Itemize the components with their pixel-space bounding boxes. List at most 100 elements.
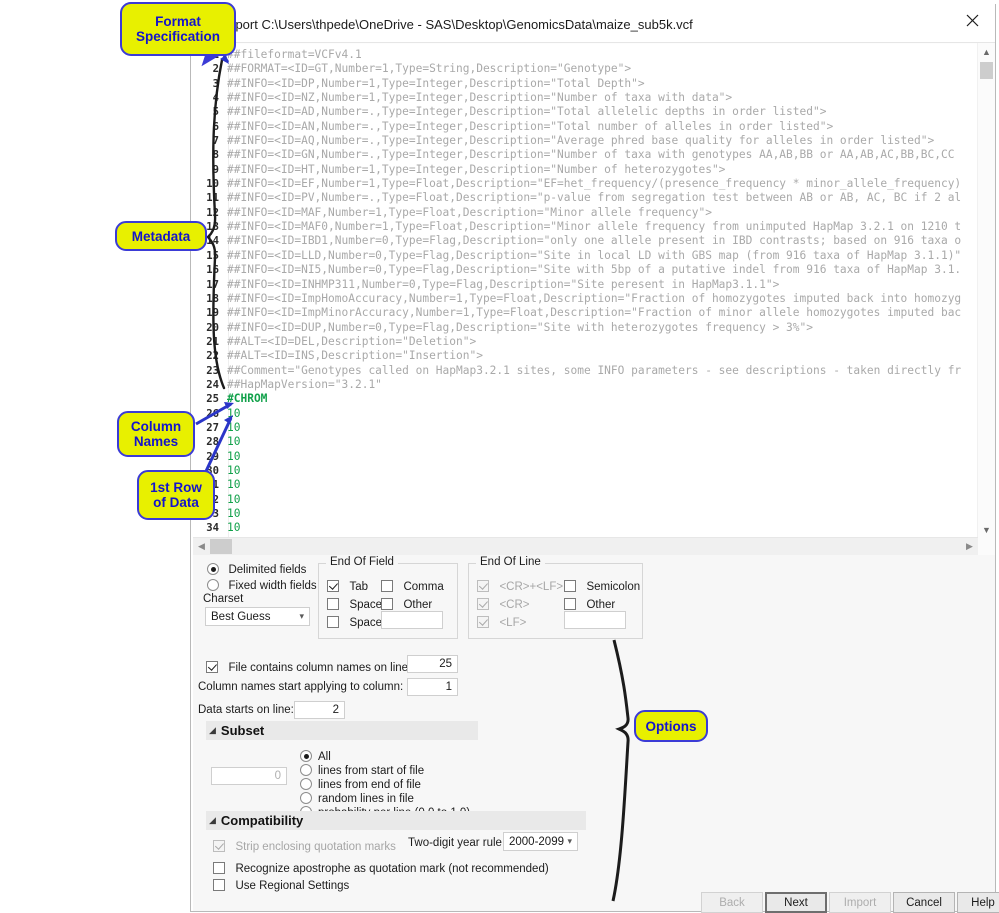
line-number: 16 bbox=[193, 263, 219, 277]
code-line: 10##INFO=<ID=EF,Number=1,Type=Float,Desc… bbox=[193, 177, 978, 191]
code-line: 14##INFO=<ID=IBD1,Number=0,Type=Flag,Des… bbox=[193, 234, 978, 248]
collapse-triangle-icon[interactable]: ◢ bbox=[209, 816, 216, 825]
next-button-label: Next bbox=[784, 897, 808, 909]
code-line: 3##INFO=<ID=DP,Number=1,Type=Integer,Des… bbox=[193, 77, 978, 91]
collapse-triangle-icon[interactable]: ◢ bbox=[209, 726, 216, 735]
vertical-scroll-thumb[interactable] bbox=[980, 62, 993, 79]
file-contains-column-names-checkbox[interactable]: File contains column names on line: bbox=[206, 658, 411, 676]
other-field-input[interactable] bbox=[381, 611, 443, 629]
code-line: 1##fileformat=VCFv4.1 bbox=[193, 48, 978, 62]
two-digit-year-select[interactable]: 2000-2099 ▾ bbox=[503, 832, 578, 851]
line-number: 19 bbox=[193, 306, 219, 320]
line-text: 10 bbox=[227, 450, 240, 464]
data-starts-label: Data starts on line: bbox=[198, 704, 294, 716]
line-text: 10 bbox=[227, 521, 240, 535]
code-line: 8##INFO=<ID=GN,Number=.,Type=Integer,Des… bbox=[193, 148, 978, 162]
charset-select[interactable]: Best Guess ▾ bbox=[205, 607, 310, 626]
chevron-up-icon[interactable]: ▲ bbox=[978, 43, 995, 60]
compatibility-section-header[interactable]: ◢ Compatibility bbox=[206, 811, 586, 830]
checkbox-indicator bbox=[213, 840, 225, 852]
code-line: 21##ALT=<ID=DEL,Description="Deletion"> bbox=[193, 335, 978, 349]
line-number: 26 bbox=[193, 407, 219, 421]
line-number: 23 bbox=[193, 364, 219, 378]
next-button[interactable]: Next bbox=[765, 892, 827, 913]
code-line: 19##INFO=<ID=ImpMinorAccuracy,Number=1,T… bbox=[193, 306, 978, 320]
end-of-field-title: End Of Field bbox=[326, 556, 398, 568]
chevron-left-icon[interactable]: ◀ bbox=[193, 538, 210, 555]
apostrophe-checkbox[interactable]: Recognize apostrophe as quotation mark (… bbox=[213, 859, 549, 877]
close-icon[interactable] bbox=[949, 4, 995, 36]
fixed-width-fields-radio[interactable]: Fixed width fields bbox=[207, 576, 317, 594]
title-bar: Import C:\Users\thpede\OneDrive - SAS\De… bbox=[191, 4, 995, 43]
regional-settings-checkbox[interactable]: Use Regional Settings bbox=[213, 876, 349, 894]
line-text: 10 bbox=[227, 421, 240, 435]
subset-title: Subset bbox=[221, 723, 264, 738]
horizontal-scroll-thumb[interactable] bbox=[210, 539, 232, 554]
other-line-input[interactable] bbox=[564, 611, 626, 629]
data-starts-input[interactable]: 2 bbox=[294, 701, 345, 719]
back-button[interactable]: Back bbox=[701, 892, 763, 913]
code-line: 7##INFO=<ID=AQ,Number=.,Type=Integer,Des… bbox=[193, 134, 978, 148]
line-text: ##INFO=<ID=PV,Number=.,Type=Float,Descri… bbox=[227, 191, 961, 205]
line-text: ##INFO=<ID=INHMP311,Number=0,Type=Flag,D… bbox=[227, 278, 779, 292]
line-text: ##FORMAT=<ID=GT,Number=1,Type=String,Des… bbox=[227, 62, 631, 76]
annotation-options: Options bbox=[634, 710, 708, 742]
line-number: 12 bbox=[193, 206, 219, 220]
crlf-checkbox[interactable]: <CR>+<LF> bbox=[477, 577, 563, 595]
code-line: 3310 bbox=[193, 507, 978, 521]
comma-checkbox[interactable]: Comma bbox=[381, 577, 444, 595]
screenshot-root: Import C:\Users\thpede\OneDrive - SAS\De… bbox=[0, 0, 999, 913]
annotation-first-row-of-data-text: 1st Rowof Data bbox=[150, 480, 202, 510]
annotation-column-names: ColumnNames bbox=[117, 411, 195, 457]
two-digit-year-value: 2000-2099 bbox=[509, 836, 564, 848]
spaces-checkbox[interactable]: Spaces bbox=[327, 613, 388, 631]
file-preview-panel: 1##fileformat=VCFv4.12##FORMAT=<ID=GT,Nu… bbox=[193, 43, 995, 555]
chevron-down-icon[interactable]: ▼ bbox=[978, 521, 995, 538]
chevron-right-icon[interactable]: ▶ bbox=[961, 538, 978, 555]
checkbox-indicator bbox=[213, 879, 225, 891]
cr-checkbox[interactable]: <CR> bbox=[477, 595, 530, 613]
line-number: 20 bbox=[193, 321, 219, 335]
code-line: 2##FORMAT=<ID=GT,Number=1,Type=String,De… bbox=[193, 62, 978, 76]
help-button[interactable]: Help bbox=[957, 892, 999, 913]
window-title: Import C:\Users\thpede\OneDrive - SAS\De… bbox=[221, 17, 693, 32]
code-line: 11##INFO=<ID=PV,Number=.,Type=Float,Desc… bbox=[193, 191, 978, 205]
column-names-line-input[interactable]: 25 bbox=[407, 655, 458, 673]
line-text: ##INFO=<ID=ImpHomoAccuracy,Number=1,Type… bbox=[227, 292, 961, 306]
line-text: ##INFO=<ID=EF,Number=1,Type=Float,Descri… bbox=[227, 177, 961, 191]
chevron-down-icon: ▾ bbox=[299, 611, 304, 622]
annotation-metadata: Metadata bbox=[115, 221, 207, 251]
subset-section-header[interactable]: ◢ Subset bbox=[206, 721, 478, 740]
code-line: 12##INFO=<ID=MAF,Number=1,Type=Float,Des… bbox=[193, 206, 978, 220]
lf-label: <LF> bbox=[499, 617, 526, 629]
annotation-column-names-text: ColumnNames bbox=[131, 419, 181, 449]
line-number: 28 bbox=[193, 435, 219, 449]
subset-count-input[interactable]: 0 bbox=[211, 767, 287, 785]
strip-quotes-checkbox[interactable]: Strip enclosing quotation marks bbox=[213, 837, 396, 855]
two-digit-year-label: Two-digit year rule: bbox=[408, 837, 505, 849]
space-checkbox[interactable]: Space bbox=[327, 595, 382, 613]
column-names-start-input[interactable]: 1 bbox=[407, 678, 458, 696]
preview-vertical-scrollbar[interactable]: ▲ ▼ bbox=[977, 43, 995, 538]
code-line: 16##INFO=<ID=NI5,Number=0,Type=Flag,Desc… bbox=[193, 263, 978, 277]
code-line: 2710 bbox=[193, 421, 978, 435]
code-line: 3010 bbox=[193, 464, 978, 478]
annotation-format-specification: FormatSpecification bbox=[120, 2, 236, 56]
preview-horizontal-scrollbar[interactable]: ◀ ▶ bbox=[193, 537, 978, 555]
code-line: 9##INFO=<ID=HT,Number=1,Type=Integer,Des… bbox=[193, 163, 978, 177]
checkbox-indicator bbox=[564, 580, 576, 592]
cancel-button[interactable]: Cancel bbox=[893, 892, 955, 913]
line-text: 10 bbox=[227, 478, 240, 492]
tab-checkbox[interactable]: Tab bbox=[327, 577, 368, 595]
line-number: 25 bbox=[193, 392, 219, 406]
line-number: 17 bbox=[193, 278, 219, 292]
semicolon-checkbox[interactable]: Semicolon bbox=[564, 577, 640, 595]
charset-label: Charset bbox=[203, 593, 243, 605]
import-button[interactable]: Import bbox=[829, 892, 891, 913]
file-preview-text-area[interactable]: 1##fileformat=VCFv4.12##FORMAT=<ID=GT,Nu… bbox=[193, 43, 978, 538]
crlf-label: <CR>+<LF> bbox=[499, 581, 563, 593]
lf-checkbox[interactable]: <LF> bbox=[477, 613, 526, 631]
line-text: 10 bbox=[227, 493, 240, 507]
line-number: 22 bbox=[193, 349, 219, 363]
annotation-first-row-of-data: 1st Rowof Data bbox=[137, 470, 215, 520]
